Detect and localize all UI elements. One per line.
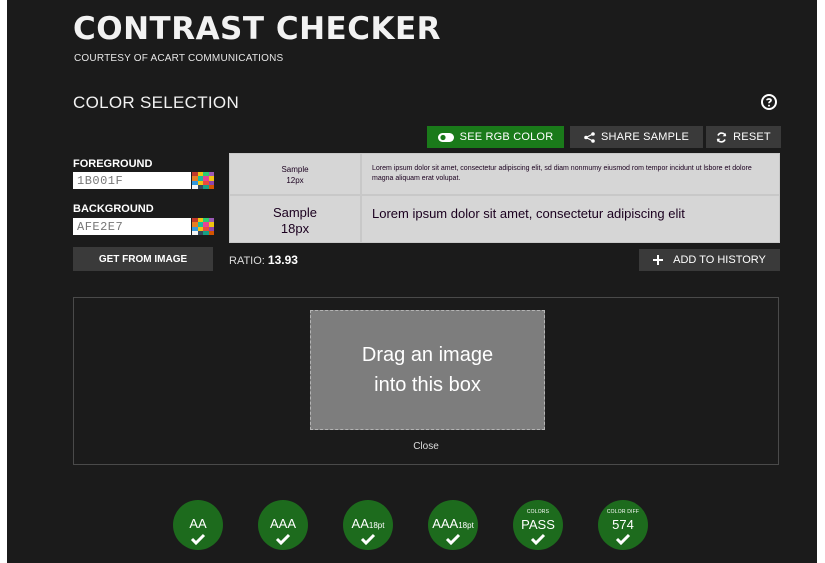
see-rgb-color-label: SEE RGB COLOR bbox=[459, 131, 554, 143]
app-title: CONTRAST CHECKER bbox=[73, 11, 442, 47]
foreground-label: FOREGROUND bbox=[73, 158, 153, 170]
foreground-color-picker-icon[interactable] bbox=[192, 172, 214, 189]
sample-12px-label-line1: Sample bbox=[281, 165, 309, 174]
contrast-ratio: RATIO: 13.93 bbox=[229, 253, 298, 267]
add-to-history-label: ADD TO HISTORY bbox=[673, 254, 766, 266]
share-sample-button[interactable]: SHARE SAMPLE bbox=[570, 126, 703, 148]
ratio-label: RATIO: bbox=[229, 255, 265, 267]
check-icon bbox=[360, 533, 376, 545]
add-to-history-button[interactable]: ADD TO HISTORY bbox=[639, 249, 780, 271]
badge-color-diff-kicker: COLOR DIFF bbox=[606, 509, 640, 515]
badge-aaa: AAA bbox=[258, 500, 308, 550]
results-badges: AA AAA AA18pt AAA18pt COLORS PASS COLOR … bbox=[7, 500, 817, 560]
badge-aaa-label: AAA bbox=[269, 516, 296, 531]
badge-colors-value: PASS bbox=[521, 517, 555, 532]
plus-icon bbox=[653, 255, 664, 265]
background-color-picker-icon[interactable] bbox=[192, 218, 214, 235]
sample-preview-grid: Sample 12px Lorem ipsum dolor sit amet, … bbox=[229, 153, 780, 243]
drop-text-line1: Drag an image bbox=[361, 344, 494, 366]
close-dropzone-link[interactable]: Close bbox=[74, 441, 778, 452]
sample-18px-label: Sample 18px bbox=[230, 196, 360, 242]
section-title: COLOR SELECTION bbox=[73, 93, 240, 112]
background-label: BACKGROUND bbox=[73, 203, 154, 215]
share-sample-label: SHARE SAMPLE bbox=[601, 131, 689, 143]
get-from-image-button[interactable]: GET FROM IMAGE bbox=[73, 247, 213, 271]
sample-18px-text: Lorem ipsum dolor sit amet, consectetur … bbox=[362, 196, 779, 242]
ratio-value: 13.93 bbox=[267, 253, 298, 267]
badge-colors-kicker: COLORS bbox=[526, 509, 550, 515]
reset-label: RESET bbox=[733, 131, 771, 143]
badge-color-diff: COLOR DIFF 574 bbox=[598, 500, 648, 550]
badge-aaa-18pt: AAA18pt bbox=[428, 500, 478, 550]
badge-color-diff-value: 574 bbox=[612, 517, 634, 532]
sample-12px-label-line2: 12px bbox=[286, 176, 304, 185]
sample-18px-label-line1: Sample bbox=[272, 205, 318, 220]
sample-12px-text: Lorem ipsum dolor sit amet, consectetur … bbox=[362, 154, 779, 194]
share-icon bbox=[584, 131, 595, 143]
sample-12px-label: Sample 12px bbox=[230, 154, 360, 194]
reset-button[interactable]: RESET bbox=[706, 126, 781, 148]
badge-aa: AA bbox=[173, 500, 223, 550]
image-drop-target[interactable]: Drag an image into this box bbox=[310, 310, 545, 430]
sample-18px-label-line2: 18px bbox=[280, 221, 310, 236]
see-rgb-color-button[interactable]: SEE RGB COLOR bbox=[427, 126, 564, 148]
refresh-icon bbox=[716, 131, 727, 143]
badge-aa-18pt-sub: 18pt bbox=[368, 521, 385, 530]
check-icon bbox=[615, 533, 631, 545]
check-icon bbox=[190, 533, 206, 545]
drop-text-line2: into this box bbox=[374, 374, 481, 396]
badge-colors: COLORS PASS bbox=[513, 500, 563, 550]
badge-aaa-18pt-label: AAA bbox=[432, 516, 459, 531]
badge-aa-18pt-label: AA bbox=[351, 516, 369, 531]
badge-aa-18pt: AA18pt bbox=[343, 500, 393, 550]
image-drop-zone: Drag an image into this box Close bbox=[73, 297, 779, 465]
check-icon bbox=[445, 533, 461, 545]
check-icon bbox=[275, 533, 291, 545]
help-circle-icon[interactable] bbox=[761, 94, 777, 110]
toggle-icon bbox=[437, 132, 454, 142]
check-icon bbox=[530, 533, 546, 545]
badge-aa-label: AA bbox=[189, 516, 207, 531]
app-subtitle: COURTESY OF ACART COMMUNICATIONS bbox=[74, 53, 284, 64]
contrast-checker-app: CONTRAST CHECKER COURTESY OF ACART COMMU… bbox=[7, 0, 817, 563]
badge-aaa-18pt-sub: 18pt bbox=[458, 521, 474, 530]
background-hex-input[interactable] bbox=[73, 218, 191, 235]
foreground-hex-input[interactable] bbox=[73, 172, 191, 189]
